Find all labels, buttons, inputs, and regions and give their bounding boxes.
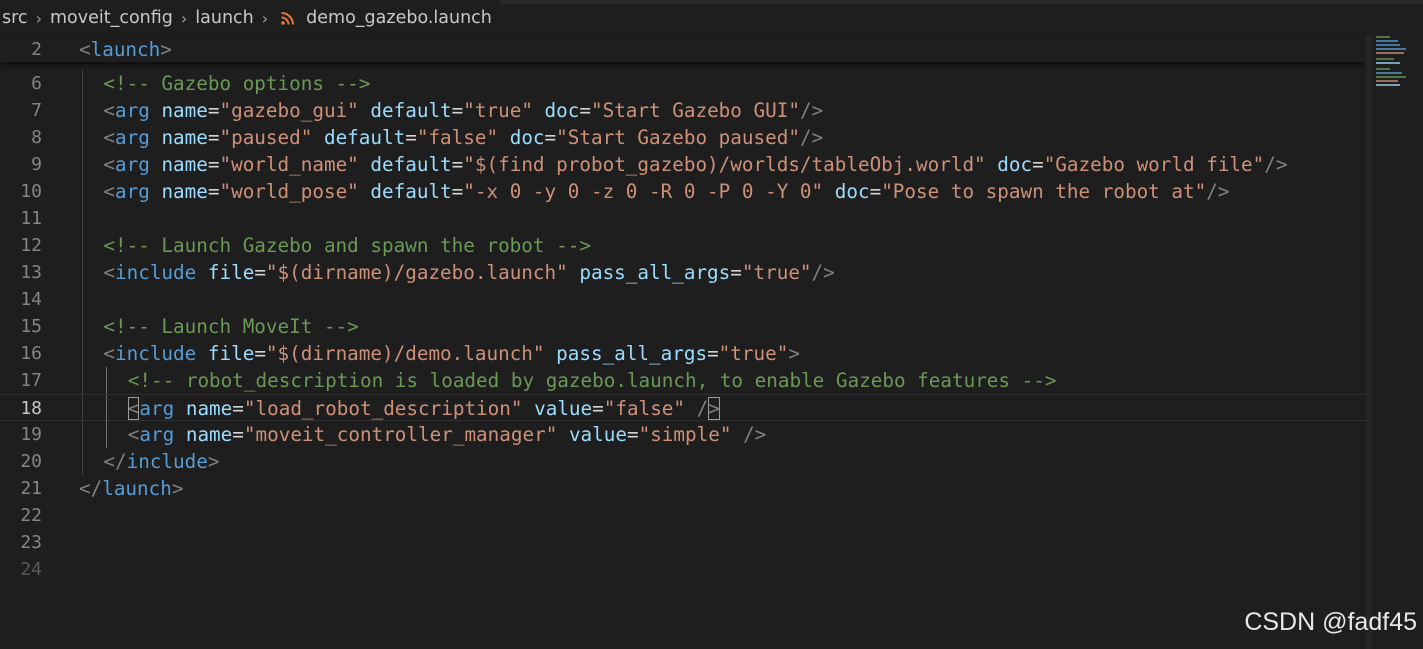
indent-guide [106, 367, 108, 394]
watermark: CSDN @fadf45 [1244, 608, 1417, 636]
code-text: <!-- Launch MoveIt --> [103, 315, 359, 338]
code-line[interactable]: 10 <arg name="world_pose" default="-x 0 -… [0, 178, 1366, 205]
code-line[interactable]: 15 <!-- Launch MoveIt --> [0, 313, 1366, 340]
indent-guide [82, 151, 83, 178]
minimap-line [1376, 84, 1400, 86]
code-text: <include file="$(dirname)/gazebo.launch"… [103, 261, 835, 284]
line-number: 6 [31, 73, 42, 94]
indent-guide [82, 367, 83, 394]
code-text: <arg name="world_name" default="$(find p… [103, 153, 1288, 176]
chevron-right-icon: › [180, 8, 188, 28]
code-line[interactable]: 22 [0, 502, 1366, 529]
code-text: <!-- robot_description is loaded by gaze… [127, 369, 1057, 392]
line-number: 17 [20, 370, 42, 391]
breadcrumb-item-file[interactable]: demo_gazebo.launch [304, 8, 494, 28]
indent-guide [82, 97, 83, 124]
line-number: 7 [31, 100, 42, 121]
indent-guide [82, 313, 83, 340]
code-line[interactable]: 16 <include file="$(dirname)/demo.launch"… [0, 340, 1366, 367]
indent-guide [82, 421, 83, 448]
chevron-right-icon: › [261, 8, 269, 28]
code-line[interactable]: 12 <!-- Launch Gazebo and spawn the robot… [0, 232, 1366, 259]
line-number: 8 [31, 127, 42, 148]
minimap[interactable] [1372, 36, 1423, 96]
code-line[interactable]: 11 [0, 205, 1366, 232]
code-text: <arg name="load_robot_description" value… [127, 397, 720, 420]
vertical-scrollbar[interactable] [1366, 36, 1372, 649]
breadcrumb-item-launch[interactable]: launch [193, 8, 255, 28]
code-line[interactable]: 14 [0, 286, 1366, 313]
code-line[interactable]: 6 <!-- Gazebo options --> [0, 70, 1366, 97]
line-number: 22 [20, 505, 42, 526]
line-number: 14 [20, 289, 42, 310]
minimap-line [1376, 68, 1390, 70]
line-number: 11 [20, 208, 42, 229]
indent-guide [82, 259, 83, 286]
minimap-line [1376, 76, 1406, 78]
code-text: </include> [103, 450, 220, 473]
indent-guide [106, 421, 108, 448]
code-line[interactable]: 7 <arg name="gazebo_gui" default="true" d… [0, 97, 1366, 124]
indent-guide [82, 448, 83, 475]
indent-guide [82, 286, 83, 313]
line-number: 2 [31, 39, 42, 60]
indent-guide [82, 205, 83, 232]
code-text: <arg name="world_pose" default="-x 0 -y … [103, 180, 1230, 203]
code-text: <arg name="gazebo_gui" default="true" do… [103, 99, 824, 122]
minimap-line [1376, 40, 1398, 42]
line-number: 18 [20, 398, 42, 419]
minimap-line [1376, 80, 1398, 82]
line-number: 10 [20, 181, 42, 202]
code-line[interactable]: 17 <!-- robot_description is loaded by ga… [0, 367, 1366, 394]
indent-guide [82, 395, 83, 422]
minimap-line [1376, 52, 1404, 54]
code-line[interactable]: 8 <arg name="paused" default="false" doc=… [0, 124, 1366, 151]
code-text: <arg name="paused" default="false" doc="… [103, 126, 824, 149]
code-line[interactable]: 23 [0, 529, 1366, 556]
breadcrumb: src › moveit_config › launch › demo_gaze… [0, 0, 1370, 36]
sticky-scroll-header[interactable]: 2 <launch> [0, 36, 1366, 62]
minimap-line [1376, 62, 1400, 64]
code-line[interactable]: 20 </include> [0, 448, 1366, 475]
sticky-code: <launch> [79, 38, 172, 61]
line-number: 9 [31, 154, 42, 175]
minimap-line [1376, 72, 1402, 74]
code-line[interactable]: 9 <arg name="world_name" default="$(find … [0, 151, 1366, 178]
minimap-line [1376, 36, 1390, 38]
line-number: 12 [20, 235, 42, 256]
line-number: 15 [20, 316, 42, 337]
line-number: 16 [20, 343, 42, 364]
line-number: 20 [20, 451, 42, 472]
code-text: <!-- Gazebo options --> [103, 72, 371, 95]
code-line[interactable]: 18 <arg name="load_robot_description" val… [0, 394, 1366, 422]
line-number: 13 [20, 262, 42, 283]
minimap-line [1376, 48, 1406, 50]
code-text: <!-- Launch Gazebo and spawn the robot -… [103, 234, 591, 257]
minimap-line [1376, 44, 1400, 46]
indent-guide [82, 70, 83, 97]
line-number: 21 [20, 478, 42, 499]
indent-guide [106, 395, 108, 422]
indent-guide [82, 232, 83, 259]
code-text: <include file="$(dirname)/demo.launch" p… [103, 342, 800, 365]
line-number: 19 [20, 424, 42, 445]
code-line[interactable]: 19 <arg name="moveit_controller_manager" … [0, 421, 1366, 448]
indent-guide [82, 124, 83, 151]
minimap-line [1376, 58, 1394, 60]
rss-icon [281, 12, 295, 25]
chevron-right-icon: › [35, 8, 42, 28]
code-text: </launch> [79, 477, 184, 500]
line-number: 23 [20, 532, 42, 553]
indent-guide [82, 178, 83, 205]
breadcrumb-item-moveit-config[interactable]: moveit_config [48, 8, 175, 28]
code-line[interactable]: 24 [0, 556, 1366, 583]
indent-guide [82, 340, 83, 367]
line-number: 24 [20, 559, 42, 580]
breadcrumb-item-src[interactable]: src [0, 8, 30, 28]
code-text: <arg name="moveit_controller_manager" va… [127, 423, 767, 446]
code-line[interactable]: 21 </launch> [0, 475, 1366, 502]
code-line[interactable]: 13 <include file="$(dirname)/gazebo.launc… [0, 259, 1366, 286]
